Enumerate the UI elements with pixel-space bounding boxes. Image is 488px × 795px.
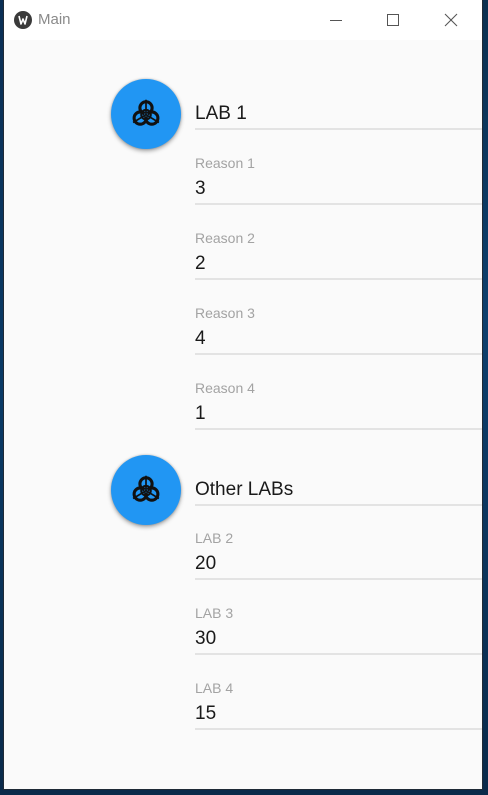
field-underline xyxy=(195,128,482,130)
biohazard-icon xyxy=(132,475,160,502)
text-field[interactable]: Reason 4 1 xyxy=(195,379,482,431)
field-underline xyxy=(195,203,482,205)
text-field[interactable]: LAB 2 20 xyxy=(195,529,482,581)
field-label: LAB 4 xyxy=(195,680,234,696)
close-button[interactable] xyxy=(428,0,474,40)
text-field[interactable]: Reason 2 2 xyxy=(195,229,482,281)
field-value[interactable]: 20 xyxy=(195,553,216,575)
field-label: LAB 2 xyxy=(195,530,234,546)
field-label: Reason 4 xyxy=(195,380,255,396)
group-header-field[interactable]: LAB 1 xyxy=(195,100,482,131)
field-underline xyxy=(195,578,482,580)
text-field[interactable]: Reason 1 3 xyxy=(195,154,482,206)
field-value[interactable]: 1 xyxy=(195,403,206,425)
group-header[interactable]: Other LABs xyxy=(195,479,293,501)
field-underline xyxy=(195,278,482,280)
form-content: LAB 1 Reason 1 3 Reason 2 2 Reason 3 4 R… xyxy=(4,40,482,789)
app-icon xyxy=(14,11,32,29)
desktop-background xyxy=(482,0,488,795)
text-field[interactable]: LAB 3 30 xyxy=(195,604,482,656)
field-underline xyxy=(195,353,482,355)
field-label: Reason 1 xyxy=(195,155,255,171)
field-underline xyxy=(195,653,482,655)
window-title: Main xyxy=(38,11,71,28)
biohazard-icon xyxy=(132,99,160,126)
text-field[interactable]: Reason 3 4 xyxy=(195,304,482,356)
field-value[interactable]: 3 xyxy=(195,178,206,200)
group-avatar xyxy=(111,79,181,149)
maximize-button[interactable] xyxy=(370,0,416,40)
field-label: Reason 2 xyxy=(195,230,255,246)
group-header-field[interactable]: Other LABs xyxy=(195,476,482,507)
field-value[interactable]: 2 xyxy=(195,253,206,275)
desktop-background xyxy=(0,789,488,795)
group-avatar xyxy=(111,455,181,525)
text-field[interactable]: LAB 4 15 xyxy=(195,679,482,731)
main-window: Main LAB 1 Reason 1 3 Reason 2 2 Reason … xyxy=(4,0,482,789)
field-underline xyxy=(195,504,482,506)
minimize-button[interactable] xyxy=(313,0,359,40)
field-underline xyxy=(195,428,482,430)
field-value[interactable]: 30 xyxy=(195,628,216,650)
field-value[interactable]: 4 xyxy=(195,328,206,350)
field-underline xyxy=(195,728,482,730)
field-label: LAB 3 xyxy=(195,605,234,621)
maximize-icon xyxy=(387,14,399,26)
field-label: Reason 3 xyxy=(195,305,255,321)
group-header[interactable]: LAB 1 xyxy=(195,103,247,125)
minimize-icon xyxy=(330,20,342,21)
title-bar[interactable]: Main xyxy=(4,0,482,40)
field-value[interactable]: 15 xyxy=(195,703,216,725)
close-icon xyxy=(444,13,458,27)
